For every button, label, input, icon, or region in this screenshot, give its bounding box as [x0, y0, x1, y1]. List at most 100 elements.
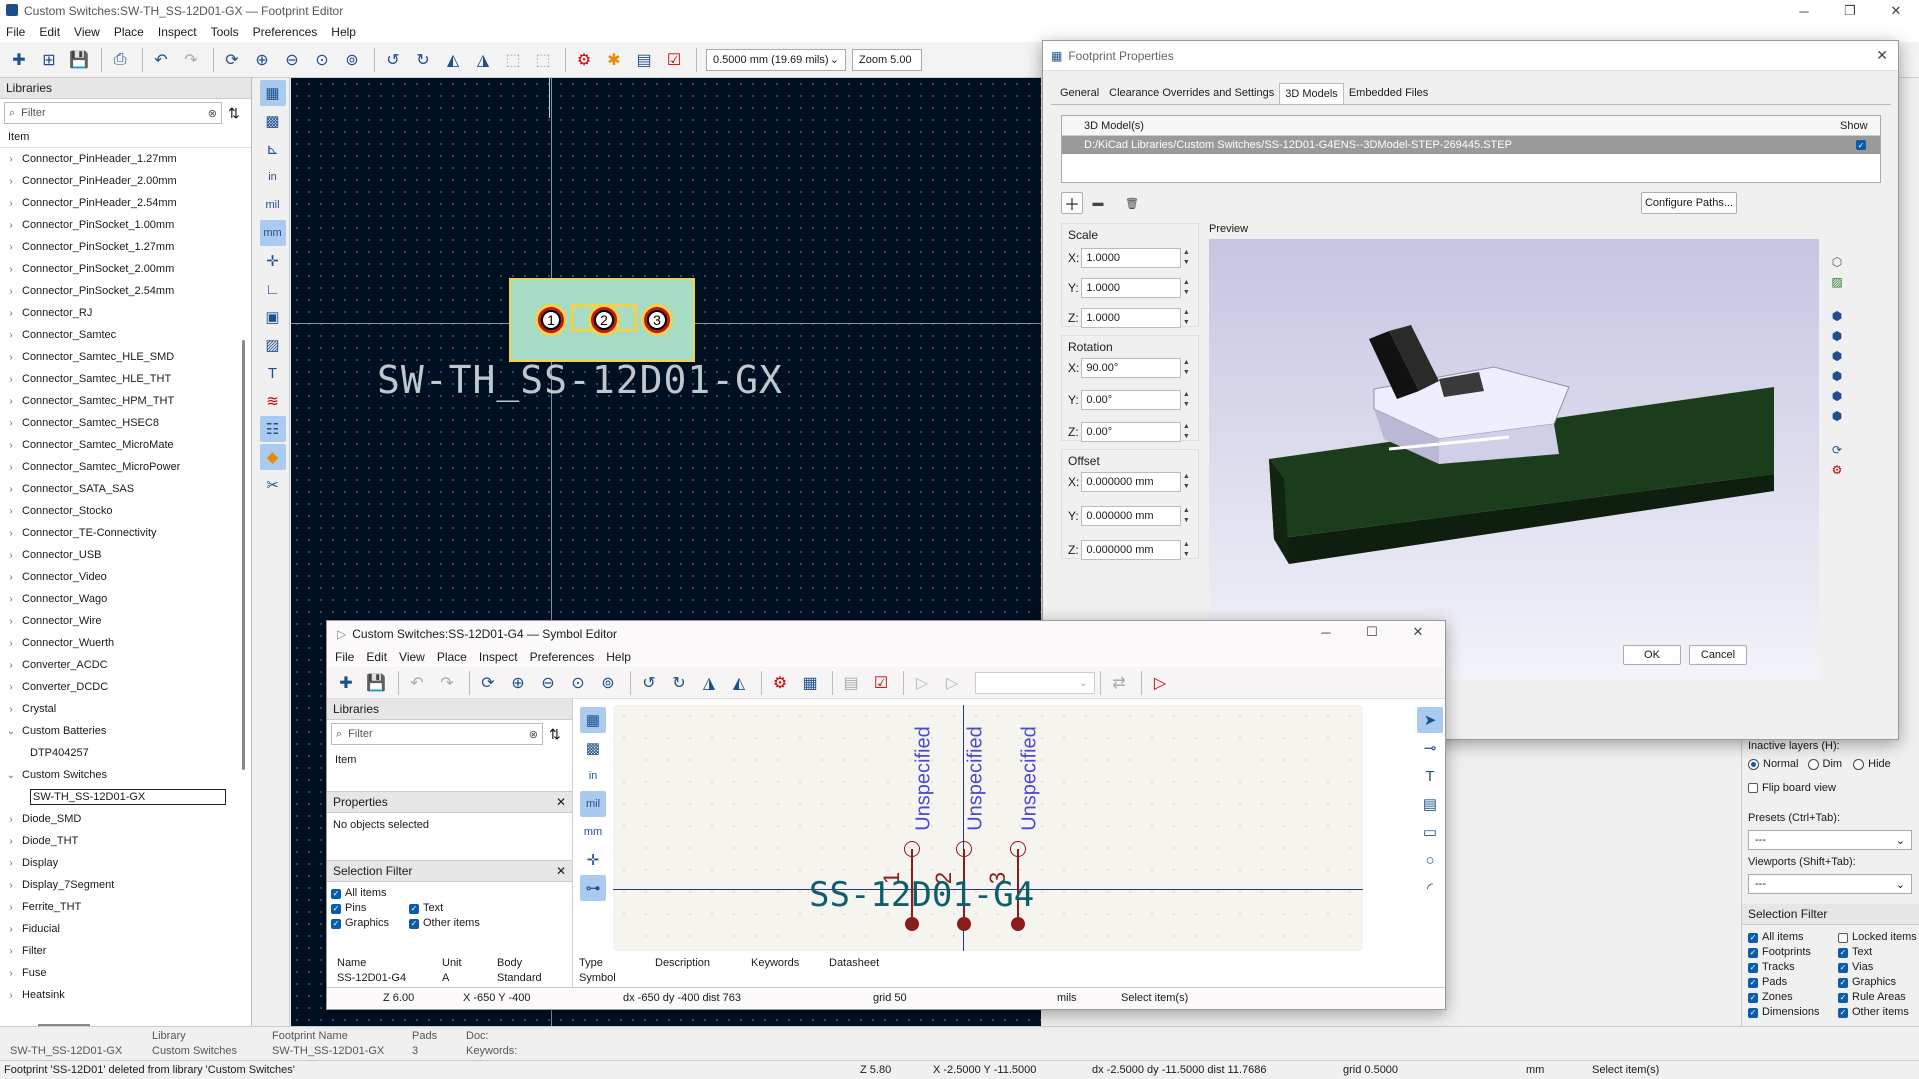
offset-z-input[interactable]: 0.000000 mm	[1081, 540, 1181, 560]
mirror-v-icon[interactable]: ◮	[696, 670, 722, 696]
mirror-h-icon[interactable]: ◭	[440, 47, 466, 73]
library-tree-item[interactable]: › Connector_PinSocket_2.00mm	[4, 258, 251, 280]
zoom-out-icon[interactable]: ⊖	[279, 47, 305, 73]
footprint-properties-icon[interactable]: ⚙	[571, 47, 597, 73]
view-right-icon[interactable]: ⬢	[1832, 409, 1842, 423]
maximize-icon[interactable]: ☐	[1349, 621, 1395, 643]
minimize-icon[interactable]: ─	[1303, 621, 1349, 643]
radio-hide[interactable]: Hide	[1853, 758, 1891, 770]
layers-manager-icon[interactable]: ☷	[259, 416, 286, 442]
library-tree-item[interactable]: › Fiducial	[4, 918, 251, 940]
library-tree-item[interactable]: › Fuse	[4, 962, 251, 984]
3d-render-icon[interactable]: ▨	[1831, 275, 1842, 289]
show-model-checkbox[interactable]: ✓	[1856, 140, 1866, 150]
flip-board-checkbox[interactable]: Flip board view	[1748, 782, 1836, 794]
library-tree-item[interactable]: › Connector_USB	[4, 544, 251, 566]
se-filter-pins[interactable]: ✓ Pins	[331, 901, 568, 916]
rotation-x-input[interactable]: 90.00°	[1081, 358, 1181, 378]
library-tree-item[interactable]: › Connector_Samtec_HPM_THT	[4, 390, 251, 412]
library-tree-item[interactable]: › Filter	[4, 940, 251, 962]
chevron-right-icon[interactable]: ›	[4, 550, 18, 561]
library-tree-item[interactable]: › Crystal	[4, 698, 251, 720]
chevron-right-icon[interactable]: ›	[4, 264, 18, 275]
se-menu-inspect[interactable]: Inspect	[479, 650, 518, 664]
footprint-courtyard[interactable]: 1 2 3	[509, 278, 695, 362]
scale-y-input[interactable]: 1.0000	[1081, 278, 1181, 298]
tab-general[interactable]: General	[1055, 83, 1104, 104]
library-tree-item[interactable]: › Connector_Wuerth	[4, 632, 251, 654]
tools-icon[interactable]: ✂	[260, 472, 286, 498]
filter-other-items[interactable]: ✓ Other items	[1838, 1005, 1917, 1020]
3d-settings-icon[interactable]: ⬡	[1832, 255, 1842, 269]
filter-tracks[interactable]: ✓ Tracks	[1748, 960, 1819, 975]
pad-3[interactable]: 3	[641, 304, 673, 336]
new-symbol-icon[interactable]: ✚	[333, 670, 359, 696]
pin-table-icon[interactable]: ▦	[797, 670, 823, 696]
offset-x-input[interactable]: 0.000000 mm	[1081, 472, 1181, 492]
presets-select[interactable]: --- ⌄	[1748, 830, 1912, 850]
se-menu-help[interactable]: Help	[606, 650, 631, 664]
undo-icon[interactable]: ↶	[404, 670, 430, 696]
mm-icon[interactable]: mm	[259, 220, 286, 246]
viewports-select[interactable]: --- ⌄	[1748, 874, 1912, 894]
symbol-name-label[interactable]: SS-12D01-G4	[809, 875, 1034, 915]
chevron-right-icon[interactable]: ›	[4, 836, 18, 847]
mils-icon[interactable]: mil	[580, 791, 606, 817]
chevron-right-icon[interactable]: ›	[4, 374, 18, 385]
dialog-close-icon[interactable]: ✕	[1876, 47, 1888, 64]
filter-dimensions[interactable]: ✓ Dimensions	[1748, 1005, 1819, 1020]
library-tree-item[interactable]: › Connector_Samtec_HLE_SMD	[4, 346, 251, 368]
filter-footprints[interactable]: ✓ Footprints	[1748, 945, 1819, 960]
configure-paths-button[interactable]: Configure Paths...	[1641, 192, 1737, 214]
libraries-filter-input[interactable]: ⌕ Filter ⊗	[4, 102, 222, 124]
library-tree-item[interactable]: SW-TH_SS-12D01-GX	[4, 786, 251, 808]
model-path[interactable]: D:/KiCad Libraries/Custom Switches/SS-12…	[1084, 139, 1856, 151]
menu-file[interactable]: File	[6, 25, 25, 39]
zoom-out-icon[interactable]: ⊖	[535, 670, 561, 696]
graphic-outline-icon[interactable]: ▨	[260, 332, 286, 358]
symbol-properties-icon[interactable]: ⚙	[767, 670, 793, 696]
text-outline-icon[interactable]: T	[260, 360, 286, 386]
se-filter-input[interactable]: ⌕ Filter ⊗	[331, 723, 543, 745]
add-text-icon[interactable]: T	[1417, 763, 1443, 789]
chevron-right-icon[interactable]: ›	[4, 154, 18, 165]
save-icon[interactable]: 💾	[363, 670, 389, 696]
clear-filter-icon[interactable]: ⊗	[208, 107, 217, 120]
se-menu-edit[interactable]: Edit	[366, 650, 387, 664]
ungroup-icon[interactable]: ⬚	[530, 47, 556, 73]
se-menu-place[interactable]: Place	[437, 650, 467, 664]
tab-embedded-files[interactable]: Embedded Files	[1344, 83, 1434, 104]
chevron-right-icon[interactable]: ›	[4, 484, 18, 495]
library-tree-item[interactable]: › Connector_PinHeader_2.00mm	[4, 170, 251, 192]
zoom-fit-icon[interactable]: ⊙	[309, 47, 335, 73]
cancel-button[interactable]: Cancel	[1689, 645, 1747, 665]
close-icon[interactable]: ✕	[556, 864, 566, 878]
se-menu-file[interactable]: File	[335, 650, 354, 664]
chevron-right-icon[interactable]: ›	[4, 176, 18, 187]
view-front-icon[interactable]: ⬢	[1832, 349, 1842, 363]
pad-settings-icon[interactable]: ✱	[601, 47, 627, 73]
chevron-right-icon[interactable]: ›	[4, 506, 18, 517]
new-footprint-icon[interactable]: ✚	[6, 47, 32, 73]
angle-snap-icon[interactable]: ∟	[260, 276, 286, 302]
library-tree-item[interactable]: › Converter_ACDC	[4, 654, 251, 676]
chevron-right-icon[interactable]: ›	[4, 704, 18, 715]
pad-1[interactable]: 1	[535, 304, 567, 336]
chevron-right-icon[interactable]: ›	[4, 682, 18, 693]
menu-edit[interactable]: Edit	[39, 25, 60, 39]
menu-preferences[interactable]: Preferences	[253, 25, 318, 39]
mirror-h-icon[interactable]: ◭	[726, 670, 752, 696]
chevron-right-icon[interactable]: ›	[4, 528, 18, 539]
chevron-right-icon[interactable]: ›	[4, 440, 18, 451]
grid-toggle-icon[interactable]: ▦	[259, 80, 286, 106]
chevron-right-icon[interactable]: ›	[4, 198, 18, 209]
radio-normal[interactable]: Normal	[1748, 758, 1798, 770]
library-tree-item[interactable]: › Connector_Samtec_HLE_THT	[4, 368, 251, 390]
chevron-right-icon[interactable]: ›	[4, 880, 18, 891]
browse-folder-icon[interactable]: ▬	[1087, 192, 1109, 214]
minimize-icon[interactable]: ─	[1781, 0, 1827, 22]
library-tree-item[interactable]: › Connector_PinSocket_2.54mm	[4, 280, 251, 302]
chevron-right-icon[interactable]: ›	[4, 990, 18, 1001]
sort-icon[interactable]: ⇅	[228, 105, 240, 122]
library-tree-item[interactable]: › Connector_Samtec_MicroPower	[4, 456, 251, 478]
